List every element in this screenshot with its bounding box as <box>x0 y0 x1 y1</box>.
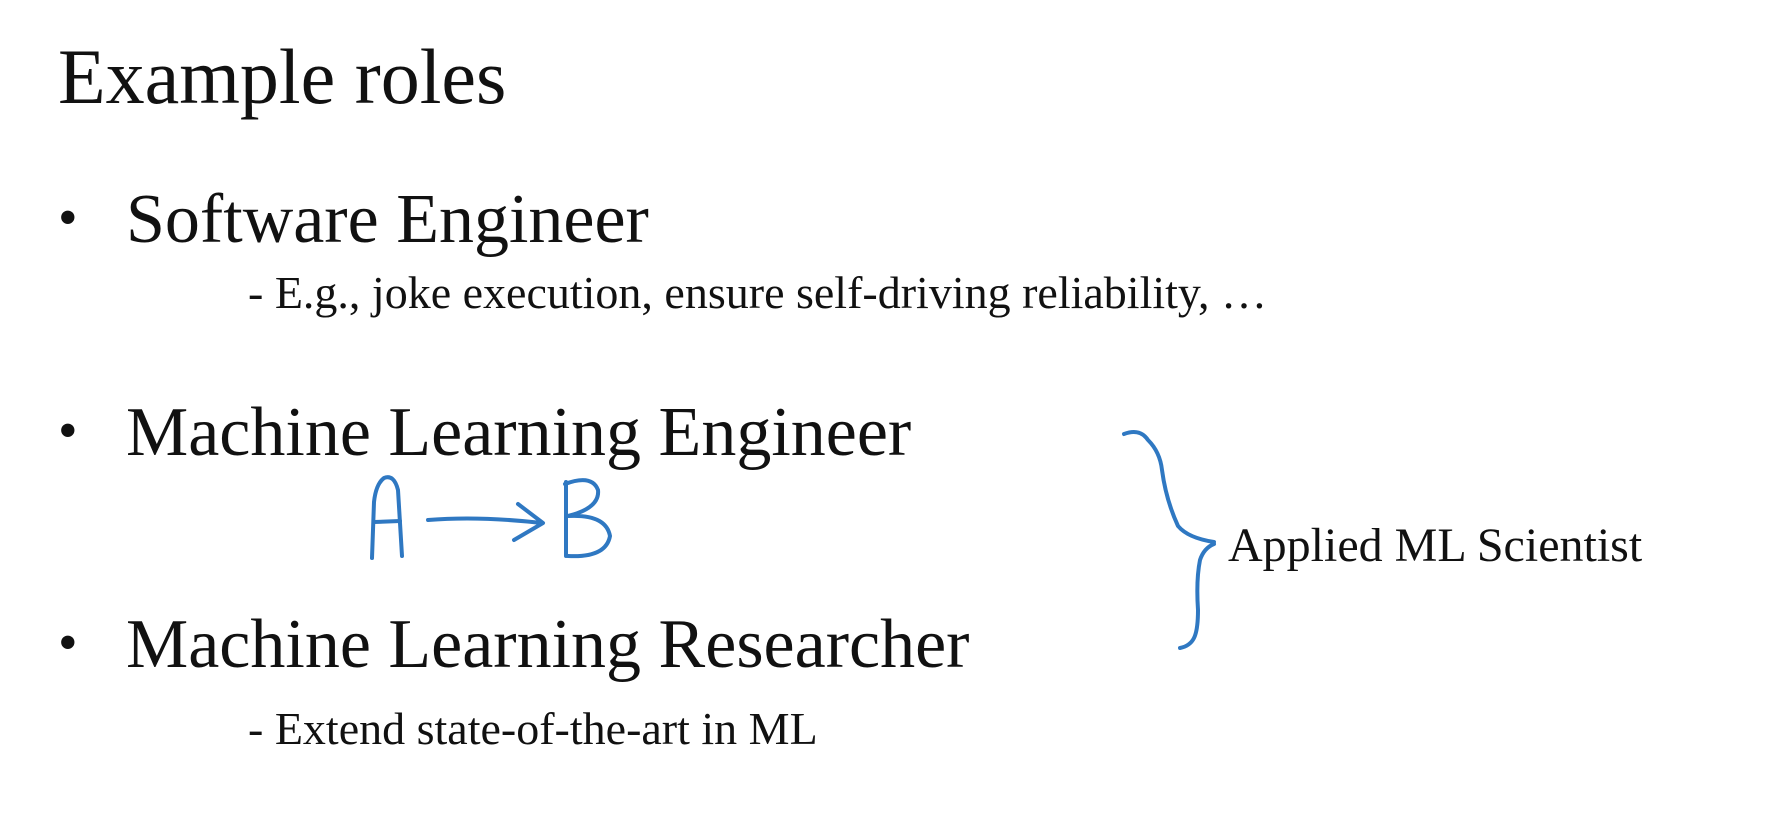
bullet-label: Software Engineer <box>126 181 649 258</box>
bullet-detail-software-engineer: - E.g., joke execution, ensure self-driv… <box>248 267 1267 318</box>
bullet-label: Machine Learning Researcher <box>126 606 970 683</box>
bullet-software-engineer: • Software Engineer <box>58 185 649 255</box>
bullet-dot-icon: • <box>58 400 78 462</box>
curly-brace-icon <box>1122 430 1216 650</box>
brace-label: Applied ML Scientist <box>1228 519 1643 572</box>
handwritten-arrow-icon <box>426 502 545 542</box>
bullet-detail-machine-learning-researcher: - Extend state-of-the-art in ML <box>248 703 818 754</box>
bullet-dot-icon: • <box>58 612 78 674</box>
bullet-machine-learning-researcher: • Machine Learning Researcher <box>58 610 969 680</box>
handwritten-letter-a: A <box>370 475 404 560</box>
slide: Example roles • Software Engineer - E.g.,… <box>0 0 1789 813</box>
slide-title: Example roles <box>58 33 507 120</box>
bullet-dot-icon: • <box>58 187 78 249</box>
bullet-label: Machine Learning Engineer <box>126 394 912 471</box>
bullet-machine-learning-engineer: • Machine Learning Engineer <box>58 398 911 468</box>
handwritten-letter-b: B <box>563 478 612 559</box>
